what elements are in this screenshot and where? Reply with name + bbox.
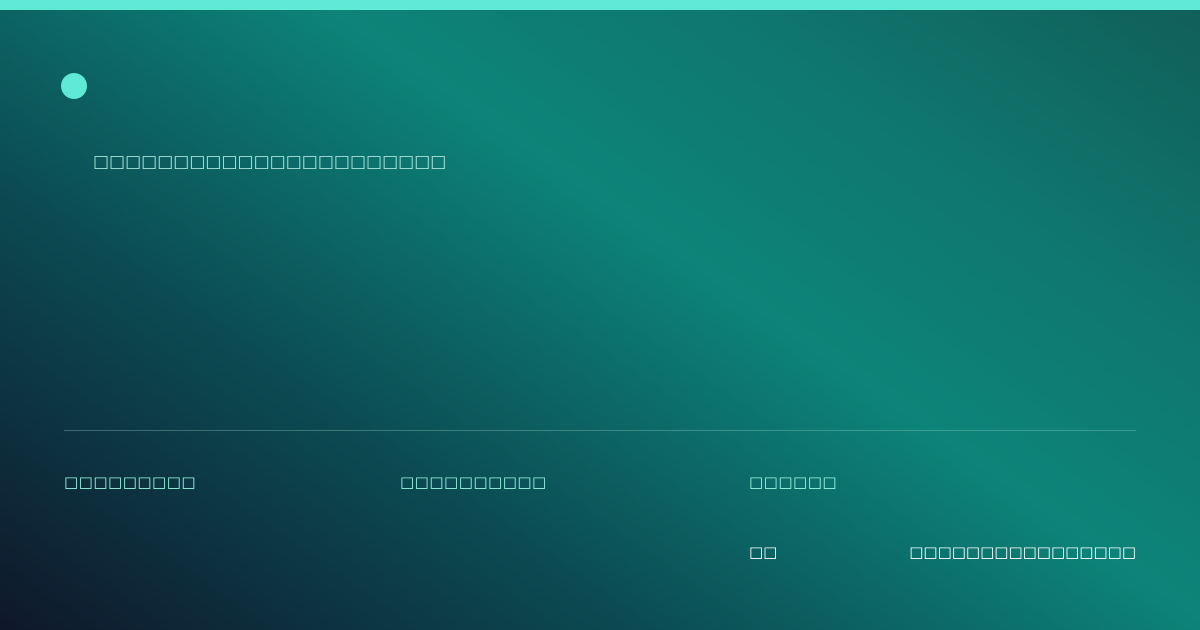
meta-item-2: □□□□□□□□□□ xyxy=(400,473,547,491)
tagline: □□□□□□□□□□□□□□□□□□□□□□ xyxy=(93,152,447,172)
divider xyxy=(64,430,1136,431)
footer-url: □□□□□□□□□□□□□□□□ xyxy=(909,543,1136,561)
accent-top-bar xyxy=(0,0,1200,10)
social-card: □□□□□□□□□□□□□□□□□□□□□□ □□□□□□□□□ □□□□□□□… xyxy=(0,0,1200,630)
meta-item-1: □□□□□□□□□ xyxy=(64,473,197,491)
footer-label: □□ xyxy=(749,543,778,561)
brand-dot-icon xyxy=(61,73,87,99)
meta-item-3: □□□□□□ xyxy=(749,473,838,491)
